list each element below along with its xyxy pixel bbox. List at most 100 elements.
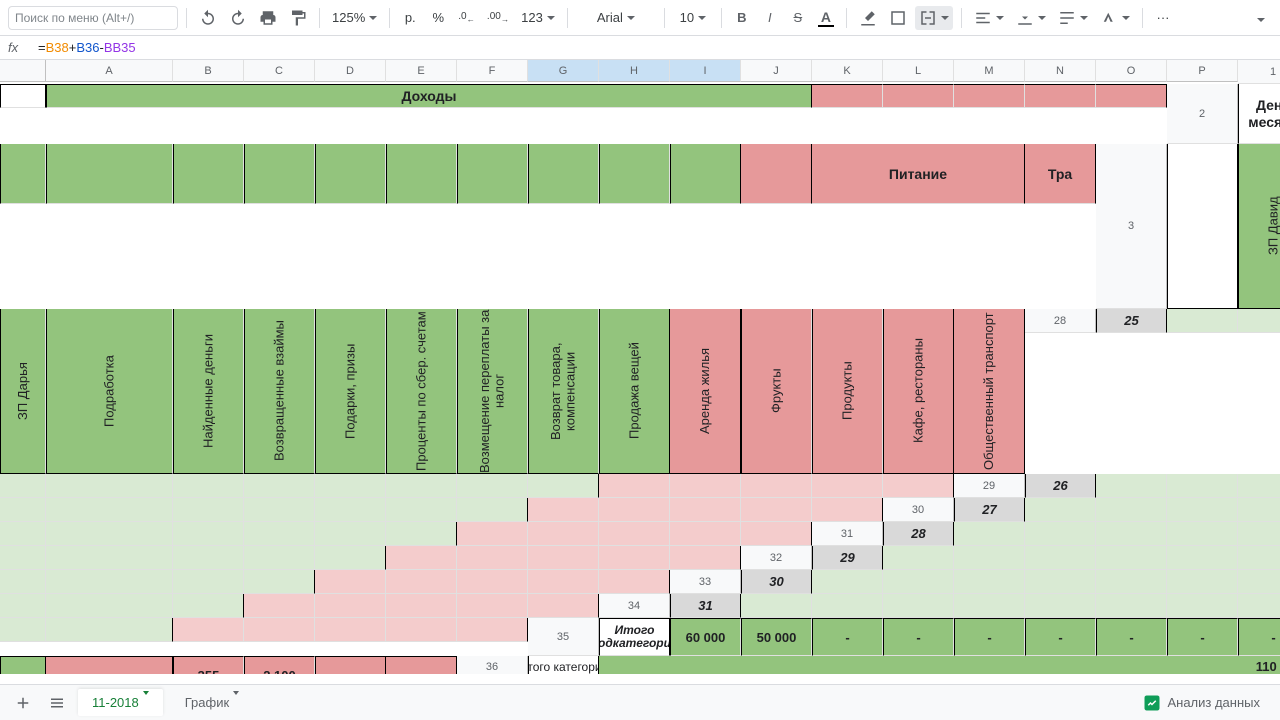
- data-cell[interactable]: [1096, 570, 1167, 594]
- sheet-tab-active[interactable]: 11-2018: [78, 689, 163, 716]
- increase-decimal-button[interactable]: .00→: [483, 6, 513, 30]
- data-cell[interactable]: [1238, 498, 1280, 522]
- number-format-dropdown[interactable]: 123: [517, 6, 559, 30]
- subtotal-cell[interactable]: -: [1096, 618, 1167, 656]
- column-header[interactable]: L: [883, 60, 954, 82]
- data-cell[interactable]: [46, 498, 173, 522]
- trans-header[interactable]: Тра: [1025, 144, 1096, 204]
- data-cell[interactable]: [173, 474, 244, 498]
- data-cell[interactable]: [46, 594, 173, 618]
- cell[interactable]: [173, 144, 244, 204]
- data-cell[interactable]: [315, 546, 386, 570]
- total-label[interactable]: Итого категории: [528, 656, 599, 674]
- income-col-header[interactable]: ЗП Дарья: [0, 309, 46, 474]
- income-col-header[interactable]: Подарки, призы: [315, 309, 386, 474]
- subtotal-cell[interactable]: -: [1238, 618, 1280, 656]
- strikethrough-button[interactable]: S: [786, 6, 810, 30]
- cell[interactable]: [0, 84, 46, 108]
- day-header[interactable]: День месяца: [1238, 84, 1280, 144]
- data-cell[interactable]: [386, 522, 457, 546]
- rent-header[interactable]: Аренда жилья: [670, 309, 741, 474]
- data-cell[interactable]: [173, 498, 244, 522]
- data-cell[interactable]: [1238, 309, 1280, 333]
- column-header[interactable]: I: [670, 60, 741, 82]
- data-cell[interactable]: [46, 618, 173, 642]
- data-cell[interactable]: [1025, 570, 1096, 594]
- data-cell[interactable]: [1167, 570, 1238, 594]
- data-cell[interactable]: [0, 474, 46, 498]
- cell[interactable]: [1025, 84, 1096, 108]
- subtotal-cell[interactable]: -: [1167, 618, 1238, 656]
- data-cell[interactable]: [599, 522, 670, 546]
- data-cell[interactable]: [1238, 474, 1280, 498]
- data-cell[interactable]: [0, 546, 46, 570]
- data-cell[interactable]: [244, 522, 315, 546]
- day-cell[interactable]: 27: [954, 498, 1025, 522]
- income-col-header[interactable]: Проценты по сбер. счетам: [386, 309, 457, 474]
- trans-col-header[interactable]: Общественный транспорт: [954, 309, 1025, 474]
- subtotal-label[interactable]: Итого подкатегории: [599, 618, 670, 656]
- cell[interactable]: [528, 144, 599, 204]
- data-cell[interactable]: [741, 498, 812, 522]
- data-cell[interactable]: [1096, 498, 1167, 522]
- data-cell[interactable]: [244, 546, 315, 570]
- all-sheets-button[interactable]: [44, 691, 70, 715]
- income-col-header[interactable]: ЗП Давид: [1238, 144, 1280, 309]
- data-cell[interactable]: [46, 522, 173, 546]
- merge-cells-button[interactable]: [915, 6, 953, 30]
- food-col-header[interactable]: Фрукты: [741, 309, 812, 474]
- cell[interactable]: [46, 656, 173, 674]
- data-cell[interactable]: [528, 594, 599, 618]
- data-cell[interactable]: [244, 474, 315, 498]
- data-cell[interactable]: [883, 546, 954, 570]
- data-cell[interactable]: [173, 570, 244, 594]
- wrap-button[interactable]: [1054, 6, 1092, 30]
- data-cell[interactable]: [315, 618, 386, 642]
- data-cell[interactable]: [599, 546, 670, 570]
- data-cell[interactable]: [386, 594, 457, 618]
- subtotal-cell[interactable]: -: [1025, 618, 1096, 656]
- data-cell[interactable]: [457, 498, 528, 522]
- income-col-header[interactable]: Продажа вещей: [599, 309, 670, 474]
- total-income[interactable]: 110 000: [599, 656, 1280, 674]
- fill-color-button[interactable]: [855, 6, 881, 30]
- data-cell[interactable]: [457, 522, 528, 546]
- data-cell[interactable]: [0, 570, 46, 594]
- row-header[interactable]: 35: [528, 618, 599, 656]
- cell[interactable]: [386, 144, 457, 204]
- income-col-header[interactable]: Подработка: [46, 309, 173, 474]
- cell[interactable]: [1096, 84, 1167, 108]
- data-cell[interactable]: [670, 498, 741, 522]
- day-cell[interactable]: 29: [812, 546, 883, 570]
- cell[interactable]: [812, 84, 883, 108]
- subtotal-cell[interactable]: -: [954, 618, 1025, 656]
- data-cell[interactable]: [528, 498, 599, 522]
- column-header[interactable]: N: [1025, 60, 1096, 82]
- data-cell[interactable]: [528, 546, 599, 570]
- data-cell[interactable]: [883, 474, 954, 498]
- day-cell[interactable]: 30: [741, 570, 812, 594]
- data-cell[interactable]: [812, 474, 883, 498]
- subtotal-cell[interactable]: -: [883, 618, 954, 656]
- data-cell[interactable]: [954, 594, 1025, 618]
- data-cell[interactable]: [1238, 522, 1280, 546]
- data-cell[interactable]: [244, 570, 315, 594]
- data-cell[interactable]: [1096, 546, 1167, 570]
- income-col-header[interactable]: Возмещение переплаты за налог: [457, 309, 528, 474]
- cell[interactable]: [599, 144, 670, 204]
- rotation-button[interactable]: [1096, 6, 1134, 30]
- column-header[interactable]: M: [954, 60, 1025, 82]
- data-cell[interactable]: [315, 570, 386, 594]
- income-col-header[interactable]: Найденные деньги: [173, 309, 244, 474]
- data-cell[interactable]: [173, 594, 244, 618]
- italic-button[interactable]: I: [758, 6, 782, 30]
- column-header[interactable]: E: [386, 60, 457, 82]
- formula-content[interactable]: =B38+B36-BB35: [38, 40, 136, 55]
- text-color-button[interactable]: A: [814, 6, 838, 30]
- column-header[interactable]: H: [599, 60, 670, 82]
- data-cell[interactable]: [173, 546, 244, 570]
- data-cell[interactable]: [457, 546, 528, 570]
- data-cell[interactable]: [599, 474, 670, 498]
- food-col-header[interactable]: Кафе, рестораны: [883, 309, 954, 474]
- data-cell[interactable]: [244, 594, 315, 618]
